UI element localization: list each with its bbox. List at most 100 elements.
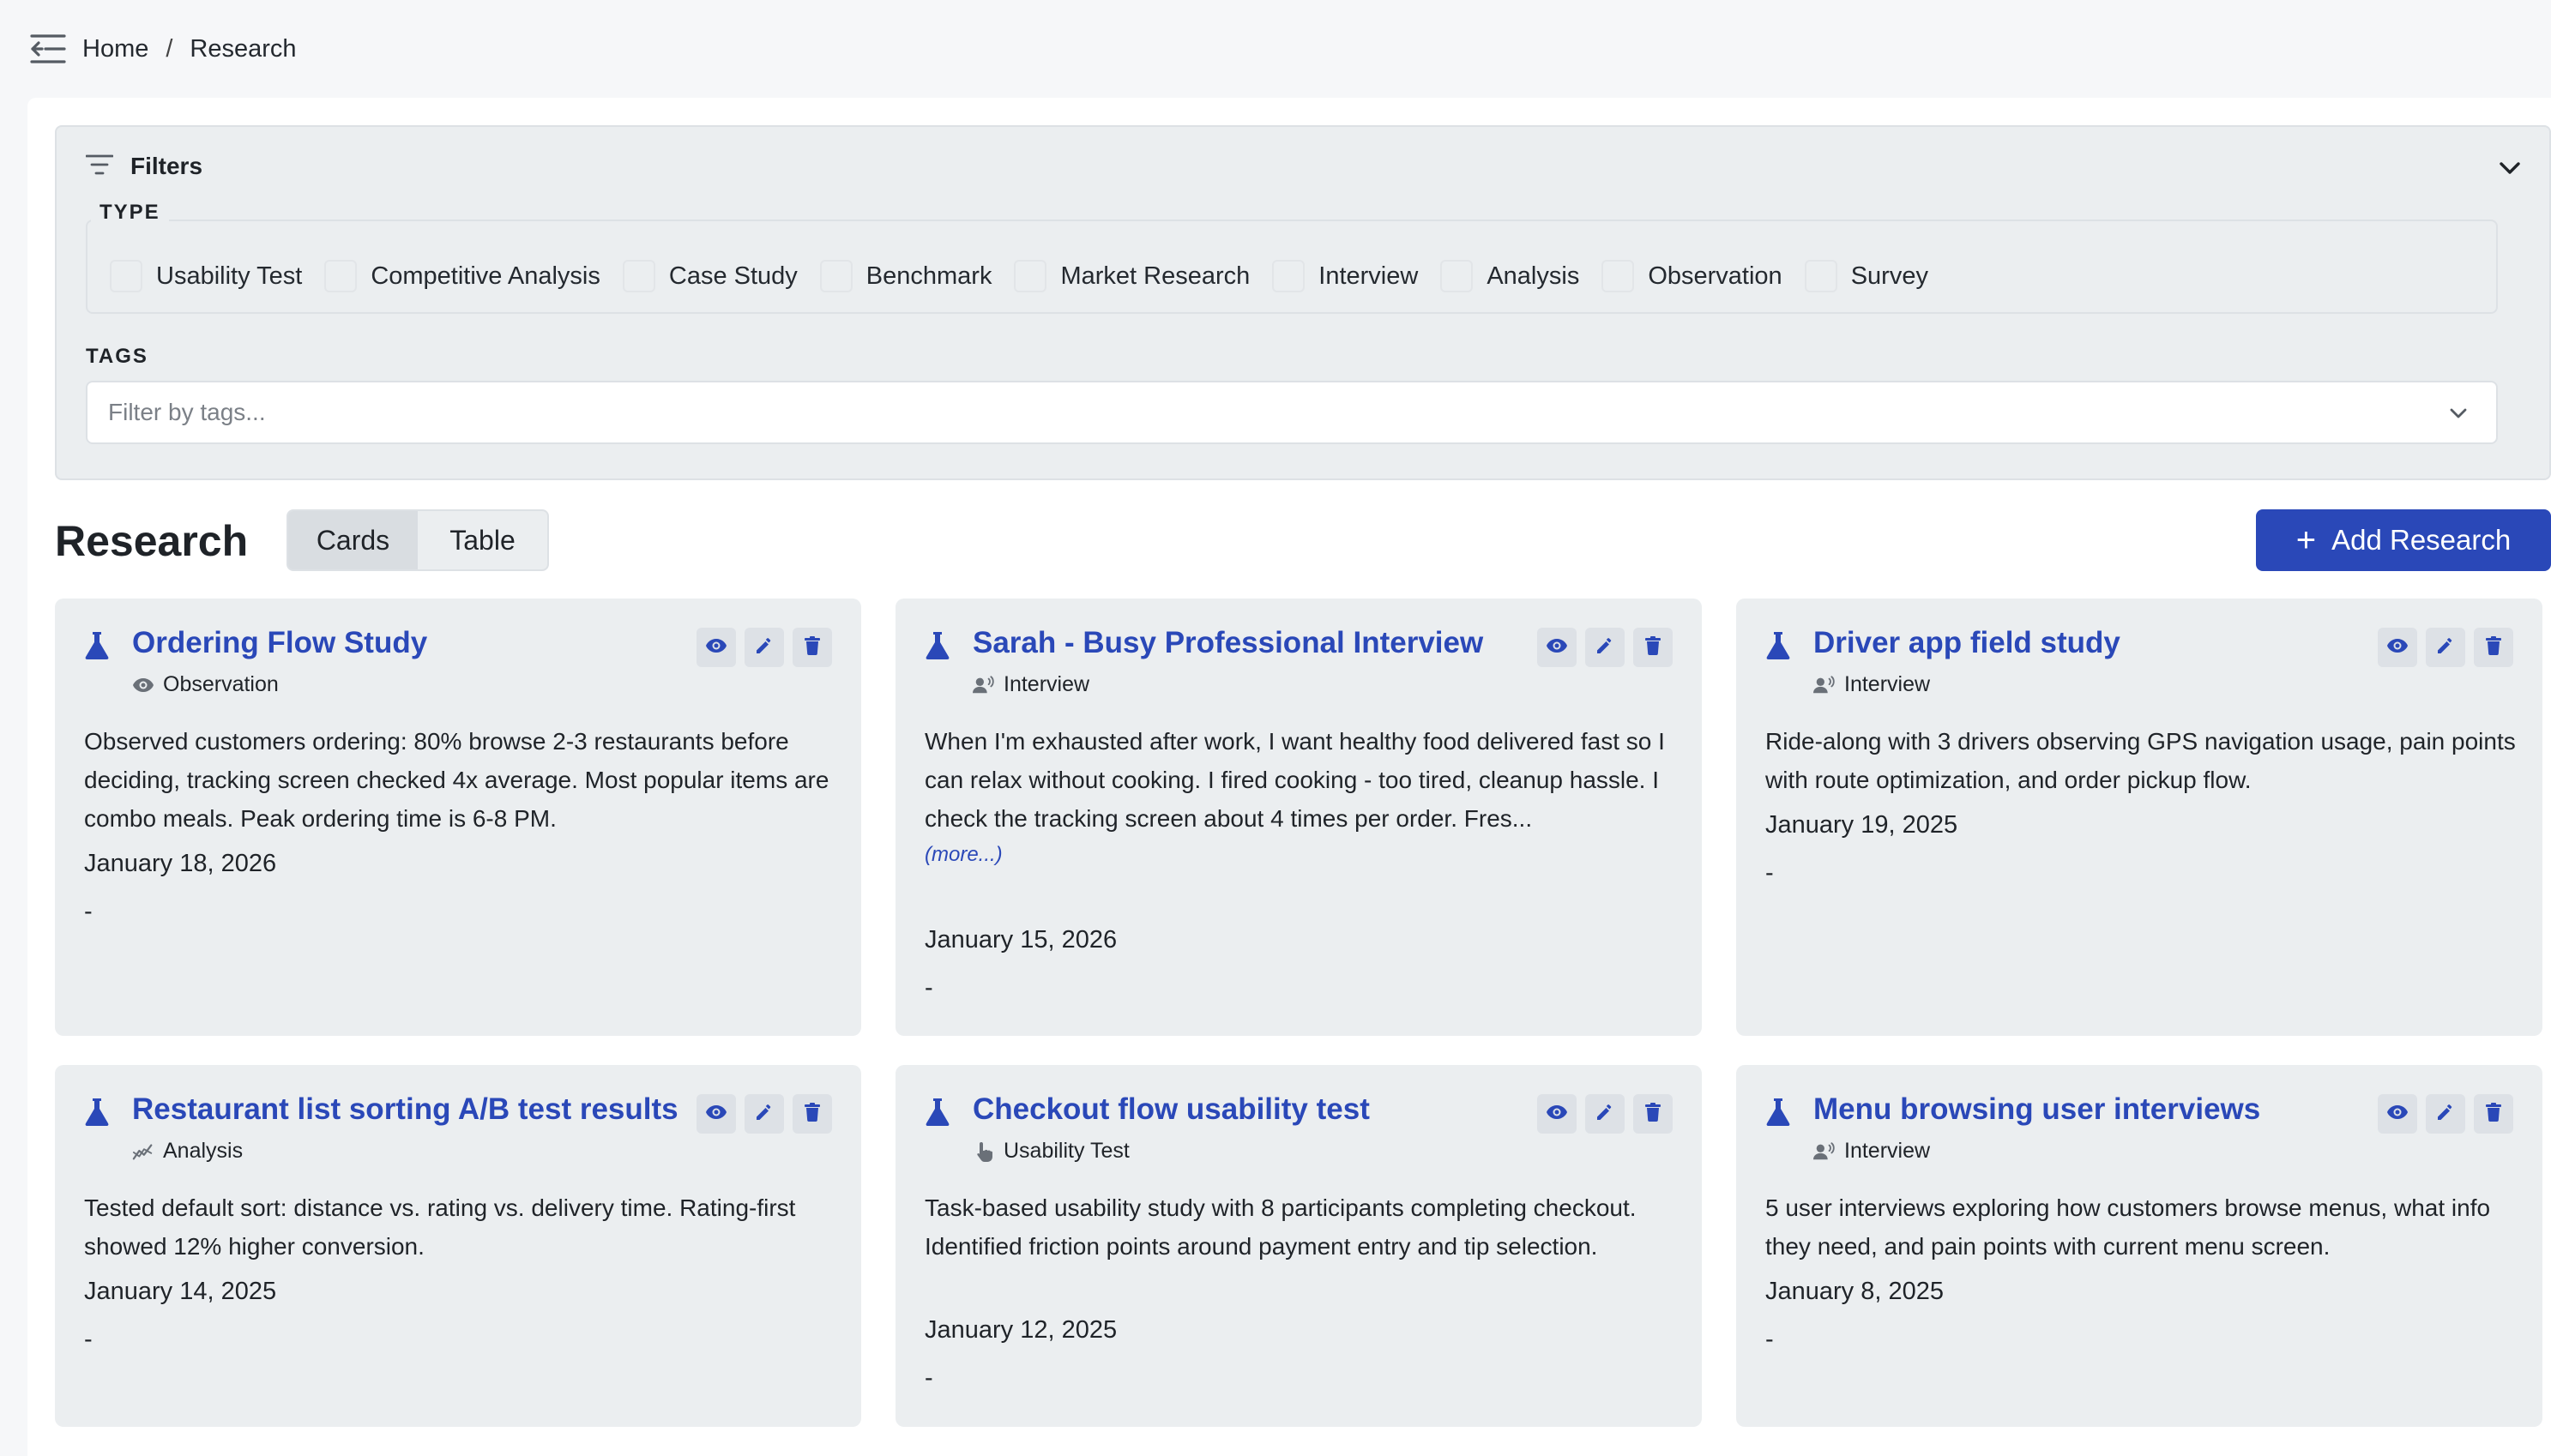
card-actions <box>688 1094 832 1134</box>
view-button[interactable] <box>697 628 736 667</box>
type-checkbox[interactable] <box>819 260 853 292</box>
filter-lines-icon <box>85 153 114 180</box>
type-checkbox[interactable] <box>1804 260 1837 292</box>
card-title-link[interactable]: Checkout flow usability test <box>973 1092 1370 1127</box>
type-option[interactable]: Case Study <box>622 260 798 292</box>
type-checkbox[interactable] <box>622 260 655 292</box>
trash-icon <box>1645 1102 1661 1126</box>
tags-search-input[interactable] <box>108 399 2338 426</box>
card-type: Usability Test <box>973 1139 1130 1164</box>
card-title-link[interactable]: Menu browsing user interviews <box>1813 1092 2260 1127</box>
type-option[interactable]: Analysis <box>1440 260 1579 292</box>
breadcrumb-current: Research <box>190 34 297 63</box>
type-option[interactable]: Interview <box>1272 260 1418 292</box>
view-button[interactable] <box>697 1094 736 1134</box>
trash-icon <box>1645 635 1661 659</box>
card-type-label: Interview <box>1004 672 1090 696</box>
type-option[interactable]: Survey <box>1804 260 1928 292</box>
view-button[interactable] <box>2378 628 2417 667</box>
card-title-link[interactable]: Driver app field study <box>1813 626 2120 660</box>
edit-button[interactable] <box>1585 1094 1625 1134</box>
flask-icon <box>1765 1098 1791 1127</box>
type-checkbox[interactable] <box>1440 260 1474 292</box>
card-date: January 14, 2025 <box>84 1278 277 1305</box>
card-type: Interview <box>973 672 1089 697</box>
breadcrumb-home-link[interactable]: Home <box>82 35 148 63</box>
tags-filter-input[interactable] <box>86 381 2498 444</box>
analytics-icon <box>132 1142 154 1161</box>
card-actions <box>2369 628 2513 667</box>
card-tags: - <box>84 898 93 925</box>
delete-button[interactable] <box>1633 628 1673 667</box>
breadcrumb-separator: / <box>166 34 173 63</box>
type-option[interactable]: Usability Test <box>110 260 302 292</box>
edit-button[interactable] <box>2426 628 2465 667</box>
pencil-icon <box>2436 636 2455 659</box>
card-tags: - <box>1765 1326 1774 1353</box>
card-type: Interview <box>1813 1139 1930 1164</box>
type-option-label: Usability Test <box>156 262 303 290</box>
tab-cards[interactable]: Cards <box>288 511 418 569</box>
eye-icon <box>132 676 154 695</box>
delete-button[interactable] <box>1633 1094 1673 1134</box>
card-title-link[interactable]: Restaurant list sorting A/B test results <box>132 1092 678 1127</box>
filters-header[interactable]: Filters <box>85 153 202 180</box>
type-checkbox[interactable] <box>1014 260 1047 292</box>
delete-button[interactable] <box>793 1094 832 1134</box>
card-description: Observed customers ordering: 80% browse … <box>84 722 839 838</box>
filters-collapse-chevron-icon[interactable] <box>2493 151 2527 185</box>
card-tags: - <box>925 974 933 1002</box>
chevron-down-icon[interactable] <box>2443 398 2474 429</box>
card-date: January 15, 2026 <box>925 926 1118 954</box>
edit-button[interactable] <box>2426 1094 2465 1134</box>
eye-icon <box>705 1104 727 1124</box>
type-checkbox[interactable] <box>1272 260 1306 292</box>
edit-button[interactable] <box>745 628 784 667</box>
edit-button[interactable] <box>1585 628 1625 667</box>
card-actions <box>2369 1094 2513 1134</box>
card-description: Task-based usability study with 8 partic… <box>925 1188 1680 1266</box>
tags-label: TAGS <box>86 345 148 368</box>
people-speaking-icon <box>1813 1141 1836 1161</box>
card-title-link[interactable]: Sarah - Busy Professional Interview <box>973 626 1483 660</box>
type-checkbox[interactable] <box>1601 260 1635 292</box>
breadcrumb: Home / Research <box>82 35 297 63</box>
card-actions <box>1529 1094 1673 1134</box>
type-option[interactable]: Observation <box>1601 260 1782 292</box>
view-button[interactable] <box>1537 1094 1577 1134</box>
main-panel: Filters TYPE Usability Test Competitive A… <box>27 98 2551 1456</box>
type-checkbox[interactable] <box>324 260 358 292</box>
view-button[interactable] <box>2378 1094 2417 1134</box>
card-description-text: Tested default sort: distance vs. rating… <box>84 1194 796 1260</box>
edit-button[interactable] <box>745 1094 784 1134</box>
delete-button[interactable] <box>2474 1094 2513 1134</box>
type-option[interactable]: Benchmark <box>819 260 992 292</box>
view-button[interactable] <box>1537 628 1577 667</box>
research-card: Ordering Flow Study Observation Observed c… <box>55 599 861 1036</box>
card-description: 5 user interviews exploring how customer… <box>1765 1188 2520 1266</box>
add-research-button[interactable]: + Add Research <box>2256 509 2551 571</box>
card-description-text: Observed customers ordering: 80% browse … <box>84 728 829 832</box>
more-link[interactable]: (more...) <box>925 838 1680 872</box>
card-title-link[interactable]: Ordering Flow Study <box>132 626 427 660</box>
type-option-label: Interview <box>1318 262 1419 290</box>
card-tags: - <box>1765 859 1774 887</box>
type-option[interactable]: Market Research <box>1014 260 1250 292</box>
eye-icon <box>2386 1104 2409 1124</box>
sidebar-toggle-icon[interactable] <box>29 32 67 66</box>
eye-icon <box>1546 1104 1568 1124</box>
research-card: Restaurant list sorting A/B test results… <box>55 1065 861 1427</box>
page-title: Research <box>55 517 249 565</box>
type-checkbox[interactable] <box>110 260 142 292</box>
card-type: Analysis <box>132 1139 243 1164</box>
plus-icon: + <box>2295 521 2317 559</box>
card-description: When I'm exhausted after work, I want he… <box>925 722 1680 872</box>
type-option[interactable]: Competitive Analysis <box>324 260 600 292</box>
tab-table[interactable]: Table <box>418 511 547 569</box>
eye-icon <box>1546 638 1568 658</box>
delete-button[interactable] <box>2474 628 2513 667</box>
trash-icon <box>2486 635 2501 659</box>
eye-icon <box>2386 638 2409 658</box>
trash-icon <box>2486 1102 2501 1126</box>
delete-button[interactable] <box>793 628 832 667</box>
